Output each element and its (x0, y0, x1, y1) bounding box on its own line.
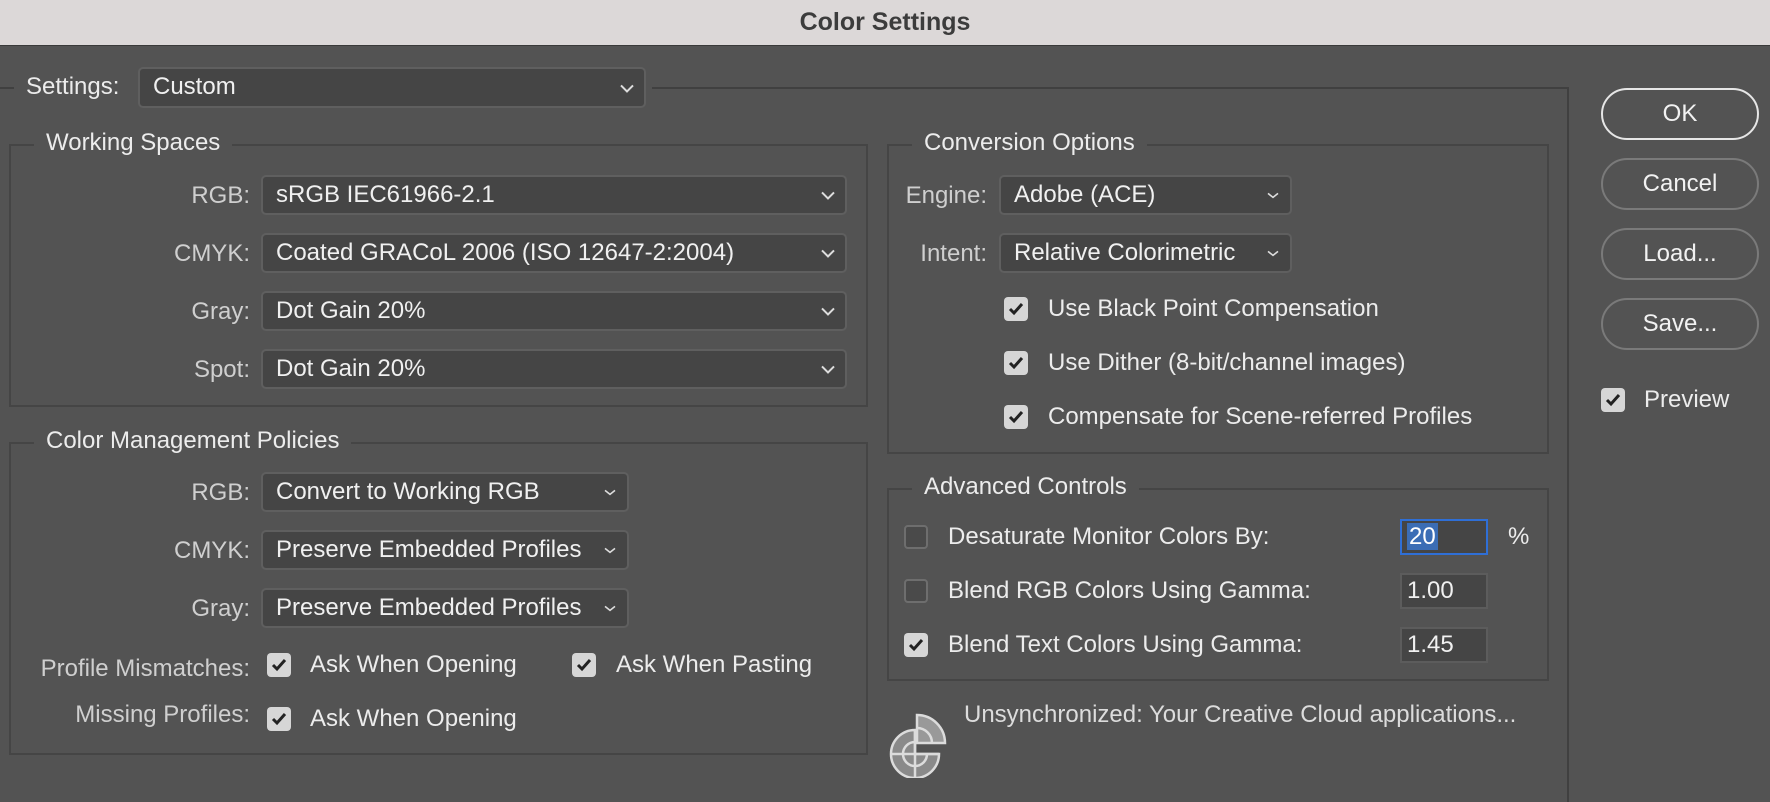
missing-ask-opening-label: Ask When Opening (310, 705, 517, 732)
chevron-down-icon (603, 590, 617, 626)
policy-cmyk-label: CMYK: (173, 537, 250, 564)
policy-cmyk-value: Preserve Embedded Profiles (276, 536, 582, 563)
save-button[interactable]: Save... (1601, 298, 1759, 350)
ws-gray-label: Gray: (191, 298, 250, 325)
chevron-down-icon (603, 532, 617, 568)
intent-value: Relative Colorimetric (1014, 239, 1236, 266)
ws-cmyk-value: Coated GRACoL 2006 (ISO 12647-2:2004) (276, 239, 735, 266)
chevron-down-icon (603, 474, 617, 510)
settings-value: Custom (153, 73, 236, 100)
blend-rgb-input[interactable]: 1.00 (1400, 573, 1488, 609)
black-point-label: Use Black Point Compensation (1048, 295, 1379, 322)
cancel-button[interactable]: Cancel (1601, 158, 1759, 210)
blend-rgb-label: Blend RGB Colors Using Gamma: (948, 577, 1311, 604)
scene-referred-checkbox[interactable] (1004, 405, 1028, 429)
settings-label: Settings: (26, 73, 120, 100)
color-sync-icon (885, 712, 949, 780)
ws-rgb-value: sRGB IEC61966-2.1 (276, 181, 495, 208)
frame-line-right (1567, 87, 1569, 802)
checkmark-icon (1605, 394, 1621, 407)
chevron-down-icon (821, 351, 835, 387)
desaturate-value: 20 (1407, 523, 1438, 550)
checkmark-icon (1008, 303, 1024, 316)
desaturate-input[interactable]: 20 (1400, 519, 1488, 555)
policy-gray-label: Gray: (191, 595, 250, 622)
intent-select[interactable]: Relative Colorimetric (999, 233, 1292, 273)
chevron-down-icon (620, 69, 634, 106)
blend-text-input[interactable]: 1.45 (1400, 627, 1488, 663)
ws-spot-value: Dot Gain 20% (276, 355, 426, 382)
window-title: Color Settings (799, 8, 971, 36)
checkmark-icon (271, 713, 287, 726)
engine-value: Adobe (ACE) (1014, 181, 1156, 208)
ws-gray-value: Dot Gain 20% (276, 297, 426, 324)
blend-text-value: 1.45 (1407, 631, 1454, 658)
ws-rgb-select[interactable]: sRGB IEC61966-2.1 (261, 175, 847, 215)
policy-gray-select[interactable]: Preserve Embedded Profiles (261, 588, 629, 628)
missing-ask-opening-checkbox[interactable] (267, 707, 291, 731)
chevron-down-icon (1266, 235, 1280, 271)
sync-status-text: Unsynchronized: Your Creative Cloud appl… (964, 701, 1517, 728)
policy-gray-value: Preserve Embedded Profiles (276, 594, 582, 621)
desaturate-checkbox[interactable] (904, 525, 928, 549)
ws-cmyk-select[interactable]: Coated GRACoL 2006 (ISO 12647-2:2004) (261, 233, 847, 273)
mismatch-ask-pasting-checkbox[interactable] (572, 653, 596, 677)
policy-rgb-value: Convert to Working RGB (276, 478, 540, 505)
ws-spot-select[interactable]: Dot Gain 20% (261, 349, 847, 389)
percent-unit: % (1508, 523, 1530, 550)
dither-checkbox[interactable] (1004, 351, 1028, 375)
policies-title: Color Management Policies (34, 426, 352, 456)
blend-text-label: Blend Text Colors Using Gamma: (948, 631, 1303, 658)
desaturate-label: Desaturate Monitor Colors By: (948, 523, 1270, 550)
chevron-down-icon (821, 293, 835, 329)
working-spaces-title: Working Spaces (34, 128, 233, 158)
mismatch-ask-pasting-label: Ask When Pasting (616, 651, 813, 678)
preview-checkbox[interactable] (1601, 388, 1625, 412)
chevron-down-icon (821, 177, 835, 213)
ok-button[interactable]: OK (1601, 88, 1759, 140)
checkmark-icon (1008, 357, 1024, 370)
ws-gray-select[interactable]: Dot Gain 20% (261, 291, 847, 331)
mismatch-ask-opening-label: Ask When Opening (310, 651, 517, 678)
missing-profiles-label: Missing Profiles: (75, 701, 250, 728)
checkmark-icon (576, 659, 592, 672)
chevron-down-icon (821, 235, 835, 271)
black-point-checkbox[interactable] (1004, 297, 1028, 321)
checkmark-icon (908, 639, 924, 652)
scene-referred-label: Compensate for Scene-referred Profiles (1048, 403, 1473, 430)
conversion-title: Conversion Options (912, 128, 1147, 158)
intent-label: Intent: (920, 240, 987, 267)
policy-cmyk-select[interactable]: Preserve Embedded Profiles (261, 530, 629, 570)
policy-rgb-label: RGB: (191, 479, 250, 506)
chevron-down-icon (1266, 177, 1280, 213)
blend-rgb-value: 1.00 (1407, 577, 1454, 604)
ws-rgb-label: RGB: (191, 182, 250, 209)
engine-label: Engine: (905, 182, 987, 209)
frame-line-top (652, 87, 1569, 89)
checkmark-icon (1008, 411, 1024, 424)
checkmark-icon (271, 659, 287, 672)
load-button[interactable]: Load... (1601, 228, 1759, 280)
ws-cmyk-label: CMYK: (173, 240, 250, 267)
policy-rgb-select[interactable]: Convert to Working RGB (261, 472, 629, 512)
blend-text-checkbox[interactable] (904, 633, 928, 657)
settings-select[interactable]: Custom (138, 67, 646, 108)
profile-mismatches-label: Profile Mismatches: (40, 655, 250, 682)
blend-rgb-checkbox[interactable] (904, 579, 928, 603)
advanced-title: Advanced Controls (912, 472, 1139, 502)
frame-line-left (0, 87, 14, 89)
mismatch-ask-opening-checkbox[interactable] (267, 653, 291, 677)
preview-label: Preview (1644, 386, 1730, 413)
engine-select[interactable]: Adobe (ACE) (999, 175, 1292, 215)
dither-label: Use Dither (8-bit/channel images) (1048, 349, 1406, 376)
ws-spot-label: Spot: (193, 356, 250, 383)
title-bar: Color Settings (0, 0, 1770, 46)
